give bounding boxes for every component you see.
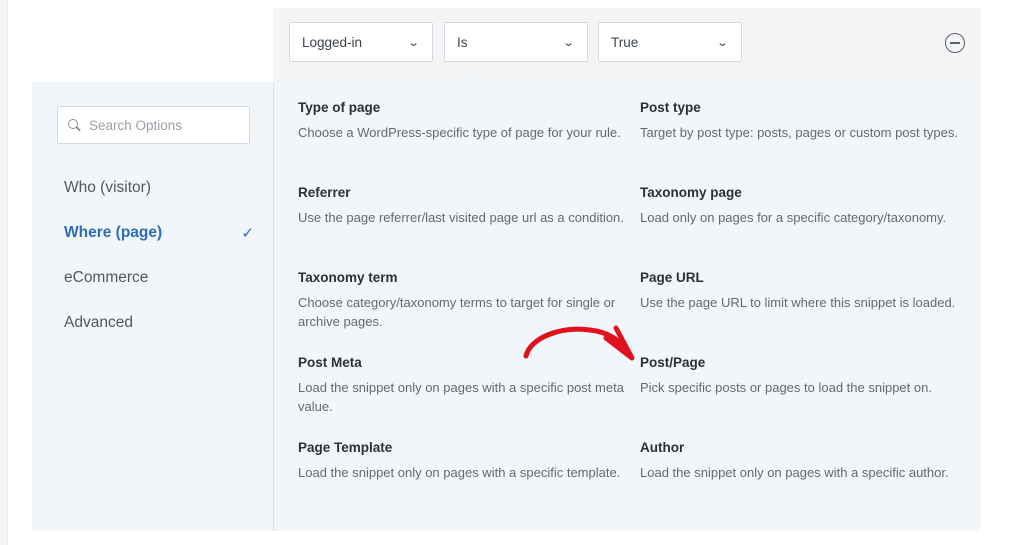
remove-circle-icon[interactable] xyxy=(945,33,965,53)
option-description: Choose a WordPress-specific type of page… xyxy=(298,125,621,140)
option-page-url[interactable]: Page URL Use the page URL to limit where… xyxy=(640,270,970,312)
value-select-value: True xyxy=(611,34,639,50)
annotation-arrow-icon xyxy=(523,325,635,361)
option-description: Target by post type: posts, pages or cus… xyxy=(640,125,958,140)
checkmark-icon: ✓ xyxy=(241,225,254,242)
sidebar-item-label: Advanced xyxy=(64,314,133,331)
operator-select-value: Is xyxy=(457,34,468,50)
option-referrer[interactable]: Referrer Use the page referrer/last visi… xyxy=(298,185,628,227)
rule-row: Logged-in ⌄ Is ⌄ True ⌄ xyxy=(273,8,981,82)
option-taxonomy-page[interactable]: Taxonomy page Load only on pages for a s… xyxy=(640,185,970,227)
option-title: Page URL xyxy=(640,270,704,285)
option-title: Taxonomy term xyxy=(298,270,398,285)
sidebar-item-label: Where (page) xyxy=(64,224,163,241)
option-description: Load the snippet only on pages with a sp… xyxy=(298,465,621,480)
option-page-template[interactable]: Page Template Load the snippet only on p… xyxy=(298,440,628,482)
value-select[interactable]: True ⌄ xyxy=(598,22,742,62)
operator-select[interactable]: Is ⌄ xyxy=(444,22,588,62)
sidebar-item-label: Who (visitor) xyxy=(64,179,151,196)
option-description: Load the snippet only on pages with a sp… xyxy=(298,380,624,414)
option-title: Post/Page xyxy=(640,355,706,370)
search-input[interactable] xyxy=(89,117,239,133)
option-description: Use the page referrer/last visited page … xyxy=(298,210,624,225)
sidebar-item-who-visitor[interactable]: Who (visitor) xyxy=(64,176,254,200)
chevron-down-icon: ⌄ xyxy=(715,36,729,49)
condition-select[interactable]: Logged-in ⌄ xyxy=(289,22,433,62)
option-title: Post type xyxy=(640,100,701,115)
sidebar-item-advanced[interactable]: Advanced xyxy=(64,311,254,335)
option-post-page[interactable]: Post/Page Pick specific posts or pages t… xyxy=(640,355,970,397)
option-description: Pick specific posts or pages to load the… xyxy=(640,380,932,395)
option-title: Type of page xyxy=(298,100,381,115)
chevron-down-icon: ⌄ xyxy=(561,36,575,49)
option-title: Referrer xyxy=(298,185,351,200)
sidebar-item-label: eCommerce xyxy=(64,269,149,286)
option-description: Use the page URL to limit where this sni… xyxy=(640,295,956,310)
option-title: Author xyxy=(640,440,685,455)
options-sidebar: Who (visitor) Where (page) ✓ eCommerce A… xyxy=(32,82,273,531)
option-author[interactable]: Author Load the snippet only on pages wi… xyxy=(640,440,970,482)
sidebar-item-ecommerce[interactable]: eCommerce xyxy=(64,266,254,290)
search-icon xyxy=(68,118,81,132)
option-type-of-page[interactable]: Type of page Choose a WordPress-specific… xyxy=(298,100,628,142)
chevron-down-icon: ⌄ xyxy=(406,36,420,49)
search-options[interactable] xyxy=(57,106,250,144)
condition-select-value: Logged-in xyxy=(302,34,363,50)
page: Logged-in ⌄ Is ⌄ True ⌄ Who (visitor) xyxy=(0,0,1024,545)
sidebar-item-where-page[interactable]: Where (page) ✓ xyxy=(64,221,254,245)
left-edge-strip xyxy=(0,0,8,545)
option-title: Page Template xyxy=(298,440,393,455)
option-description: Load the snippet only on pages with a sp… xyxy=(640,465,949,480)
option-title: Taxonomy page xyxy=(640,185,742,200)
option-post-type[interactable]: Post type Target by post type: posts, pa… xyxy=(640,100,970,142)
option-description: Load only on pages for a specific catego… xyxy=(640,210,947,225)
options-dropdown: Who (visitor) Where (page) ✓ eCommerce A… xyxy=(32,72,981,531)
sidebar-divider xyxy=(273,82,274,531)
